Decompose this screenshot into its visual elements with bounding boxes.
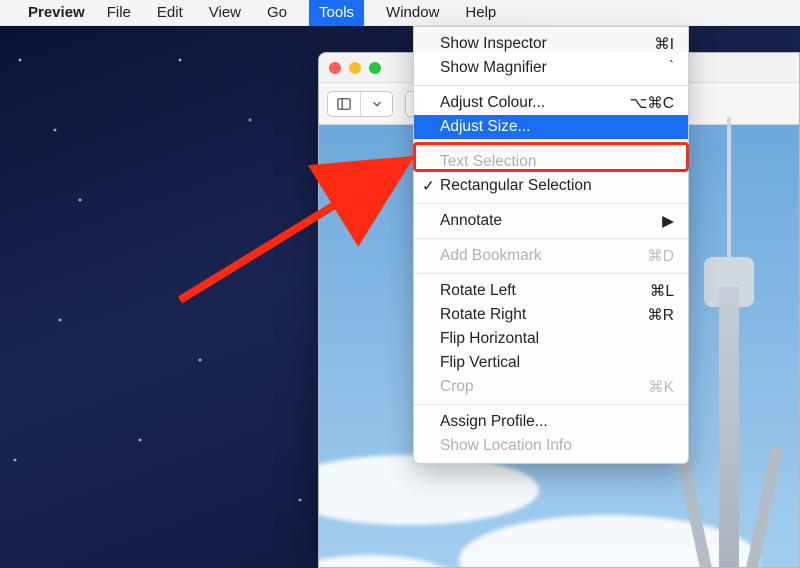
menu-item-label: Show Location Info bbox=[440, 437, 572, 455]
menu-item-adjust-colour[interactable]: Adjust Colour... ⌥⌘C bbox=[414, 91, 688, 115]
menu-item-label: Crop bbox=[440, 378, 474, 396]
menu-bar: Preview File Edit View Go Tools Window H… bbox=[0, 0, 800, 26]
menu-help[interactable]: Help bbox=[461, 0, 500, 26]
view-mode-chevron-button[interactable] bbox=[360, 92, 392, 116]
menu-item-crop: Crop ⌘K bbox=[414, 375, 688, 399]
menu-item-shortcut: ⌘L bbox=[650, 282, 674, 301]
menu-item-flip-vertical[interactable]: Flip Vertical bbox=[414, 351, 688, 375]
menu-item-flip-horizontal[interactable]: Flip Horizontal bbox=[414, 327, 688, 351]
menu-separator bbox=[414, 85, 688, 86]
menu-item-label: Flip Vertical bbox=[440, 354, 520, 372]
menu-item-rectangular-selection[interactable]: ✓ Rectangular Selection bbox=[414, 174, 688, 198]
menu-separator bbox=[414, 238, 688, 239]
menu-separator bbox=[414, 203, 688, 204]
chevron-down-icon bbox=[370, 97, 384, 111]
sidebar-icon bbox=[337, 97, 351, 111]
menu-item-adjust-size[interactable]: Adjust Size... bbox=[414, 115, 688, 139]
menu-item-show-location-info: Show Location Info bbox=[414, 434, 688, 458]
minimize-icon[interactable] bbox=[349, 62, 361, 74]
view-mode-segmented bbox=[327, 91, 393, 117]
menu-file[interactable]: File bbox=[103, 0, 135, 26]
submenu-arrow-icon: ▶ bbox=[662, 212, 674, 231]
menu-item-assign-profile[interactable]: Assign Profile... bbox=[414, 410, 688, 434]
menu-item-label: Adjust Size... bbox=[440, 118, 530, 136]
menu-separator bbox=[414, 144, 688, 145]
menu-item-shortcut: ⌘I bbox=[654, 35, 674, 54]
menu-item-text-selection: Text Selection bbox=[414, 150, 688, 174]
menu-go[interactable]: Go bbox=[263, 0, 291, 26]
tools-dropdown: Show Inspector ⌘I Show Magnifier ` Adjust Co… bbox=[413, 26, 689, 464]
cloud-decoration bbox=[318, 555, 479, 568]
menu-item-annotate[interactable]: Annotate ▶ bbox=[414, 209, 688, 233]
app-menu[interactable]: Preview bbox=[28, 4, 85, 21]
menu-item-label: Adjust Colour... bbox=[440, 94, 545, 112]
menu-item-label: Text Selection bbox=[440, 153, 537, 171]
menu-view[interactable]: View bbox=[205, 0, 245, 26]
cloud-decoration bbox=[318, 455, 539, 525]
menu-item-rotate-left[interactable]: Rotate Left ⌘L bbox=[414, 279, 688, 303]
menu-separator bbox=[414, 273, 688, 274]
sidebar-view-button[interactable] bbox=[328, 92, 360, 116]
menu-window[interactable]: Window bbox=[382, 0, 443, 26]
menu-item-rotate-right[interactable]: Rotate Right ⌘R bbox=[414, 303, 688, 327]
check-icon: ✓ bbox=[422, 177, 435, 196]
menu-item-label: Rotate Left bbox=[440, 282, 516, 300]
menu-item-add-bookmark: Add Bookmark ⌘D bbox=[414, 244, 688, 268]
menu-item-label: Assign Profile... bbox=[440, 413, 548, 431]
menu-item-shortcut: ⌘R bbox=[647, 306, 674, 325]
menu-item-show-magnifier[interactable]: Show Magnifier ` bbox=[414, 56, 688, 80]
menu-item-label: Show Magnifier bbox=[440, 59, 547, 77]
menu-item-show-inspector[interactable]: Show Inspector ⌘I bbox=[414, 32, 688, 56]
menu-item-label: Rotate Right bbox=[440, 306, 526, 324]
zoom-icon[interactable] bbox=[369, 62, 381, 74]
menu-item-shortcut: ` bbox=[669, 59, 674, 77]
menu-item-label: Show Inspector bbox=[440, 35, 547, 53]
close-icon[interactable] bbox=[329, 62, 341, 74]
menu-tools[interactable]: Tools bbox=[309, 0, 364, 26]
menu-item-label: Flip Horizontal bbox=[440, 330, 539, 348]
window-traffic-lights bbox=[329, 62, 381, 74]
menu-item-label: Annotate bbox=[440, 212, 502, 230]
menu-item-shortcut: ⌘D bbox=[647, 247, 674, 266]
menu-separator bbox=[414, 404, 688, 405]
menu-item-label: Rectangular Selection bbox=[440, 177, 592, 195]
menu-edit[interactable]: Edit bbox=[153, 0, 187, 26]
menu-item-shortcut: ⌥⌘C bbox=[629, 94, 674, 113]
menu-item-label: Add Bookmark bbox=[440, 247, 542, 265]
menu-item-shortcut: ⌘K bbox=[648, 378, 674, 397]
